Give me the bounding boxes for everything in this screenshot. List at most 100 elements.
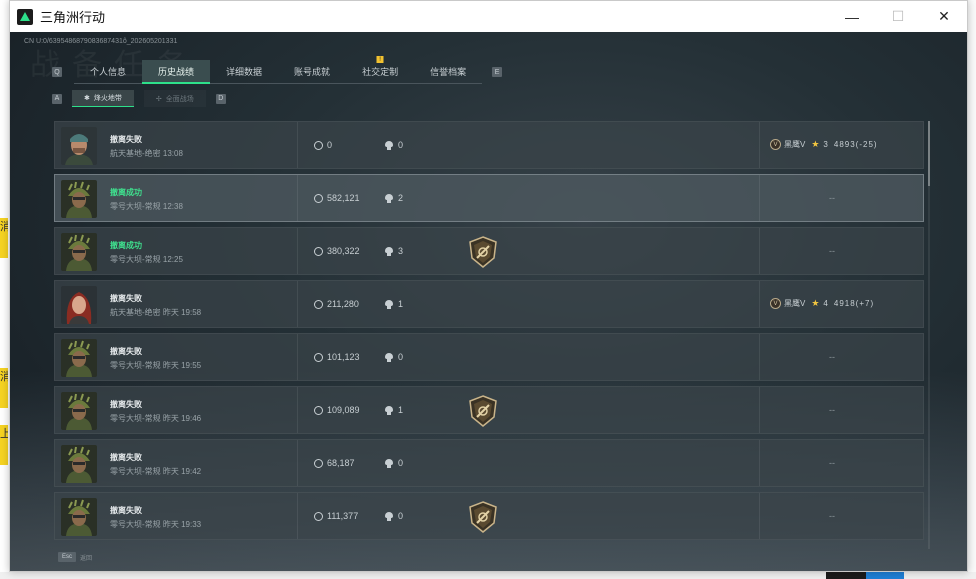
loot-value-text: 109,089	[327, 405, 360, 415]
main-tabs: Q 个人信息 历史战绩 详细数据 账号成就 ! 社交定制 信誉档案 E	[52, 56, 503, 84]
tab-label: 历史战绩	[158, 66, 195, 77]
kill-count-text: 0	[398, 140, 404, 150]
minimize-button[interactable]: —	[829, 1, 875, 32]
esc-key-icon[interactable]: Esc	[58, 552, 77, 562]
row-divider	[759, 281, 760, 327]
tab-prev-key-icon[interactable]: Q	[52, 67, 62, 77]
tab-next-key-icon[interactable]: E	[492, 67, 503, 77]
match-row[interactable]: 撤离失败 零号大坝-常规 昨天 19:33 111,377 0 --	[54, 492, 924, 540]
match-row[interactable]: 撤离失败 航天基地-绝密 昨天 19:58 211,280 1 V 黑鹰V ★ 4 4918(+…	[54, 280, 924, 328]
map-and-time: 零号大坝-常规 12:25	[110, 255, 183, 264]
loot-value: 380,322	[314, 246, 360, 256]
match-history-list: 撤离失败 航天基地-绝密 13:08 0 0 V 黑鹰V ★ 3 4893(-25) 撤离成功 零号…	[54, 121, 931, 549]
extraction-status: 撤离失败	[110, 453, 142, 462]
kill-count: 0	[385, 511, 403, 521]
subtab-label: 烽火地带	[93, 95, 122, 102]
kill-count: 0	[385, 140, 403, 150]
loot-value-text: 111,377	[327, 511, 359, 521]
operator-avatar	[61, 498, 97, 536]
row-divider	[759, 440, 760, 486]
star-icon: ★	[811, 139, 820, 149]
coin-icon	[314, 140, 323, 150]
coin-icon	[314, 511, 323, 521]
kill-count-text: 0	[398, 352, 404, 362]
subtab-prev-key-icon[interactable]: A	[52, 93, 62, 104]
kill-count: 2	[385, 193, 403, 203]
background-tab-2: 消	[0, 368, 8, 408]
background-desktop-right	[968, 0, 976, 579]
match-row[interactable]: 撤离失败 航天基地-绝密 13:08 0 0 V 黑鹰V ★ 3 4893(-25)	[54, 121, 924, 169]
medal-badge-icon[interactable]	[469, 501, 497, 533]
rank-placeholder: --	[829, 511, 835, 521]
tab-match-history[interactable]: 历史战绩	[142, 60, 211, 84]
tab-achievements[interactable]: 账号成就	[278, 60, 347, 84]
coin-icon	[314, 352, 323, 362]
kill-count: 0	[385, 352, 403, 362]
tab-profile[interactable]: 个人信息	[74, 60, 143, 84]
kill-count-text: 1	[398, 299, 404, 309]
rank-placeholder: --	[829, 246, 835, 256]
loot-value-text: 582,121	[327, 193, 360, 203]
tab-credit-record[interactable]: 信誉档案	[414, 60, 483, 84]
coin-icon	[314, 299, 323, 309]
match-row[interactable]: 撤离成功零号大坝-常规 12:25 380,322 3 --	[54, 227, 924, 275]
tab-detailed-data[interactable]: 详细数据	[210, 60, 279, 84]
rank-score: 4918(+7)	[833, 299, 875, 308]
map-and-time: 零号大坝-常规 昨天 19:55	[110, 361, 202, 370]
match-row[interactable]: 撤离失败 零号大坝-常规 昨天 19:42 68,187 0 --	[54, 439, 924, 487]
extraction-status: 撤离成功	[110, 241, 142, 250]
map-and-time: 航天基地-绝密 昨天 19:58	[110, 308, 202, 317]
maximize-button[interactable]: ☐	[875, 1, 921, 32]
rank-tier: 黑鹰V	[784, 299, 806, 308]
tab-social-customize[interactable]: ! 社交定制	[346, 56, 415, 84]
extraction-status: 撤离失败	[110, 294, 142, 303]
operator-avatar	[61, 392, 97, 430]
warfare-icon: ✢	[155, 95, 162, 103]
match-row[interactable]: 撤离失败 零号大坝-常规 昨天 19:46 109,089 1 --	[54, 386, 924, 434]
row-divider	[297, 493, 298, 539]
match-row[interactable]: 撤离成功 零号大坝-常规 12:38 582,121 2 --	[54, 174, 924, 222]
row-divider	[759, 334, 760, 380]
loot-value-text: 211,280	[327, 299, 359, 309]
medal-badge-icon[interactable]	[469, 236, 497, 268]
row-divider	[297, 334, 298, 380]
operator-avatar	[61, 127, 97, 165]
coin-icon	[314, 193, 323, 203]
notification-badge: !	[376, 56, 384, 63]
subtab-warfare[interactable]: ✢ 全面战场	[144, 90, 206, 107]
kill-count: 3	[385, 246, 403, 256]
tab-label: 个人信息	[90, 67, 127, 77]
row-divider	[759, 175, 760, 221]
skull-icon	[385, 458, 393, 468]
coin-icon	[314, 405, 323, 415]
kill-count: 0	[385, 458, 403, 468]
extraction-status: 撤离失败	[110, 400, 142, 409]
match-row[interactable]: 撤离失败 零号大坝-常规 昨天 19:55 101,123 0 --	[54, 333, 924, 381]
map-and-time: 零号大坝-常规 12:38	[110, 202, 183, 211]
window-controls: — ☐ ✕	[829, 1, 967, 32]
medal-badge-icon[interactable]	[469, 395, 497, 427]
game-screen: 战备任务 CN U:0/6395486879083687431ô_2026052…	[10, 32, 967, 571]
kill-count-text: 1	[398, 405, 404, 415]
row-divider	[759, 228, 760, 274]
skull-icon	[385, 405, 393, 415]
operator-avatar	[61, 339, 97, 377]
kill-count: 1	[385, 405, 403, 415]
subtab-next-key-icon[interactable]: D	[215, 93, 226, 104]
map-and-time: 航天基地-绝密 13:08	[110, 149, 183, 158]
list-scrollbar[interactable]	[928, 121, 930, 549]
skull-icon	[385, 511, 393, 521]
extraction-status: 撤离失败	[110, 347, 142, 356]
row-divider	[297, 281, 298, 327]
operations-icon: ✱	[84, 95, 90, 102]
coin-icon	[314, 246, 323, 256]
background-taskbar	[0, 572, 976, 579]
subtab-operations[interactable]: ✱ 烽火地带	[72, 90, 134, 107]
close-button[interactable]: ✕	[921, 1, 967, 32]
scrollbar-thumb[interactable]	[928, 121, 930, 186]
background-desktop-left	[0, 0, 9, 579]
background-tab-3: 上	[0, 425, 8, 465]
rank-placeholder: --	[829, 352, 835, 362]
rank-placeholder: --	[829, 193, 835, 203]
skull-icon	[385, 140, 393, 150]
